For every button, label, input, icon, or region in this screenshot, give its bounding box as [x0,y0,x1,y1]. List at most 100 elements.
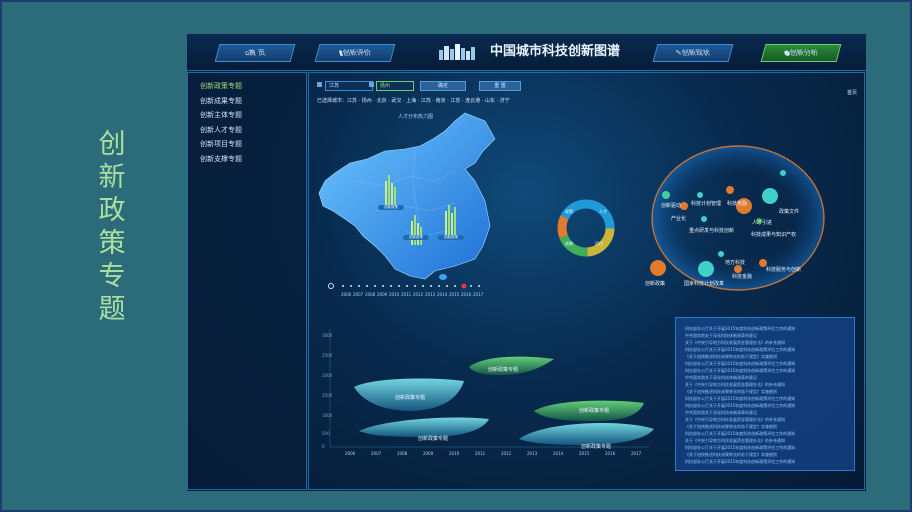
timeline-year[interactable]: 2013 [425,292,435,297]
news-item[interactable]: 中共国务院关于深化科技体制改革的意见 [685,375,757,381]
bubble-label: 科技金融 [732,274,753,280]
side-title-char: 政 [98,195,126,226]
news-item[interactable]: 科技部办公厅关于开展2015年度科技创新政策评估工作的通知 [685,396,795,402]
timeline-year[interactable]: 2015 [449,292,459,297]
news-item[interactable]: 科技部办公厅关于开展2015年度科技创新政策评估工作的通知 [685,368,795,374]
news-item[interactable]: 科技部办公厅关于开展2015年度科技创新政策评估工作的通知 [685,431,795,437]
nav-analysis-button[interactable]: ● 创新分析 [760,44,842,62]
news-item[interactable]: 关于《中央引导地方科技发展资金管理办法》的补充通知 [685,417,785,423]
sidebar-item-support[interactable]: 创新支撑专题 [200,154,242,164]
hainan-island [439,274,447,280]
news-item[interactable]: 科技部办公厅关于开展2015年度科技创新政策评估工作的通知 [685,445,795,451]
nav-status-button[interactable]: ✎ 创新现状 [652,44,734,62]
donut-label-projects: 项目 [595,241,603,246]
bubble-node[interactable] [697,192,703,198]
blob-label: 创新政策专题 [488,367,519,373]
nav-home-button[interactable]: ⌂ 首 页 [214,44,296,62]
news-item[interactable]: 关于《中央引导地方科技发展资金管理办法》的补充通知 [685,382,785,388]
y-axis-label: 1000 [322,413,333,418]
sidebar-item-subjects[interactable]: 创新主体专题 [200,110,242,120]
bubble-label: 人才引进 [752,220,773,226]
y-axis-label: 0 [322,444,325,449]
checkbox[interactable] [369,82,374,87]
bubble-node[interactable] [680,202,688,210]
news-item[interactable]: 科技部办公厅关于开展2015年度科技创新政策评估工作的通知 [685,361,795,367]
news-item[interactable]: 中共国务院关于深化科技体制改革的意见 [685,410,757,416]
map-bar-tag: 创新政策 [403,235,429,240]
news-item[interactable]: 《关于加快推进科技成果转化的若干规定》实施细则 [685,452,777,458]
sidebar-item-projects[interactable]: 创新项目专题 [200,139,242,149]
x-axis-label: 2013 [527,451,538,456]
timeline-year[interactable]: 2012 [413,292,423,297]
news-item[interactable]: 中共国务院关于深化科技体制改革的意见 [685,333,757,339]
sidebar-item-talent[interactable]: 创新人才专题 [200,125,242,135]
news-item[interactable]: 《关于加快推进科技成果转化的若干规定》实施细则 [685,354,777,360]
y-axis-label: 500 [322,431,330,436]
x-axis-label: 2014 [553,451,564,456]
policy-trend-chart [329,329,654,448]
timeline-year[interactable]: 2009 [377,292,387,297]
sidebar-item-policy[interactable]: 创新政策专题 [200,81,242,91]
blob-label: 创新政策专题 [579,408,610,414]
bubble-label: 科技奖励 [727,201,748,207]
bubble-node[interactable] [718,251,724,257]
news-item[interactable]: 《关于加快推进科技成果转化的若干规定》实施细则 [685,389,777,395]
y-axis-label: 2000 [322,373,333,378]
nav-analysis-label: 创新分析 [788,49,820,57]
timeline-year[interactable]: 2010 [389,292,399,297]
province-select[interactable]: 江苏 [325,81,373,91]
timeline-active-marker[interactable] [461,283,467,289]
timeline-year[interactable]: 2017 [473,292,483,297]
city-select[interactable]: 扬州 [376,81,414,91]
bubble-node[interactable] [662,191,670,199]
confirm-button[interactable]: 确定 [420,81,466,91]
timeline-year[interactable]: 2011 [401,292,411,297]
sidebar-item-results[interactable]: 创新成果专题 [200,96,242,106]
nav-evaluation-label: 创新评价 [341,49,372,57]
reset-button[interactable]: 重 置 [479,81,521,91]
nav-home-label: 首 页 [248,49,267,57]
side-title-char: 新 [98,162,126,193]
map-bar-tag: 创新政策 [438,235,464,240]
bubble-node[interactable] [780,170,786,176]
bubble-node[interactable] [762,188,778,204]
selected-cities: 已选择城市：江苏 · 扬州 · 北京 · 武汉 · 上海 · 江苏 · 南京 ·… [317,98,510,104]
news-item[interactable]: 科技部办公厅关于开展2015年度科技创新政策评估工作的通知 [685,326,795,332]
home-corner-link[interactable]: 首页 [847,89,857,97]
y-axis-label: 2500 [322,353,333,358]
timeline-year[interactable]: 2008 [365,292,375,297]
bubble-label: 创新驱动 [661,203,682,209]
bubble-node[interactable] [650,260,666,276]
nav-evaluation-button[interactable]: ▮ 创新评价 [314,44,396,62]
news-item[interactable]: 科技部办公厅关于开展2015年度科技创新政策评估工作的通知 [685,403,795,409]
news-item[interactable]: 科技部办公厅关于开展2015年度科技创新政策评估工作的通知 [685,459,795,465]
bubble-node[interactable] [698,261,714,277]
sidebar: 创新政策专题 创新成果专题 创新主体专题 创新人才专题 创新项目专题 创新支撑专… [187,72,307,490]
bubble-label: 科技计划管理 [691,201,722,207]
news-item[interactable]: 《关于加快推进科技成果转化的若干规定》实施细则 [685,424,777,430]
bubble-node[interactable] [726,186,734,194]
timeline-year[interactable]: 2007 [353,292,363,297]
heat-bars [411,215,422,245]
timeline-year[interactable]: 2006 [341,292,351,297]
x-axis-label: 2009 [423,451,434,456]
y-axis-label: 1500 [322,393,333,398]
timeline-year[interactable]: 2016 [461,292,471,297]
timeline-start-marker[interactable] [328,283,334,289]
dashboard-screenshot: ⌂ 首 页 ▮ 创新评价 中国城市科技创新图谱 ✎ 创新现状 ● 创新分析 创新… [187,34,866,491]
bubble-node[interactable] [701,216,707,222]
side-vertical-title: 创 新 政 策 专 题 [95,128,129,326]
timeline-year[interactable]: 2014 [437,292,447,297]
nav-status-label: 创新现状 [680,49,712,57]
top-nav-bar: ⌂ 首 页 ▮ 创新评价 中国城市科技创新图谱 ✎ 创新现状 ● 创新分析 [187,34,866,71]
news-item[interactable]: 关于《中央引导地方科技发展资金管理办法》的补充通知 [685,438,785,444]
blob-label: 创新政策专题 [418,436,449,442]
news-item[interactable]: 关于《中央引导地方科技发展资金管理办法》的补充通知 [685,340,785,346]
bubble-node[interactable] [734,265,742,273]
year-timeline [328,283,480,289]
x-axis-label: 2006 [345,451,356,456]
side-title-char: 策 [98,228,126,259]
x-axis-label: 2011 [475,451,486,456]
checkbox[interactable] [317,82,322,87]
news-item[interactable]: 科技部办公厅关于开展2015年度科技创新政策评估工作的通知 [685,347,795,353]
